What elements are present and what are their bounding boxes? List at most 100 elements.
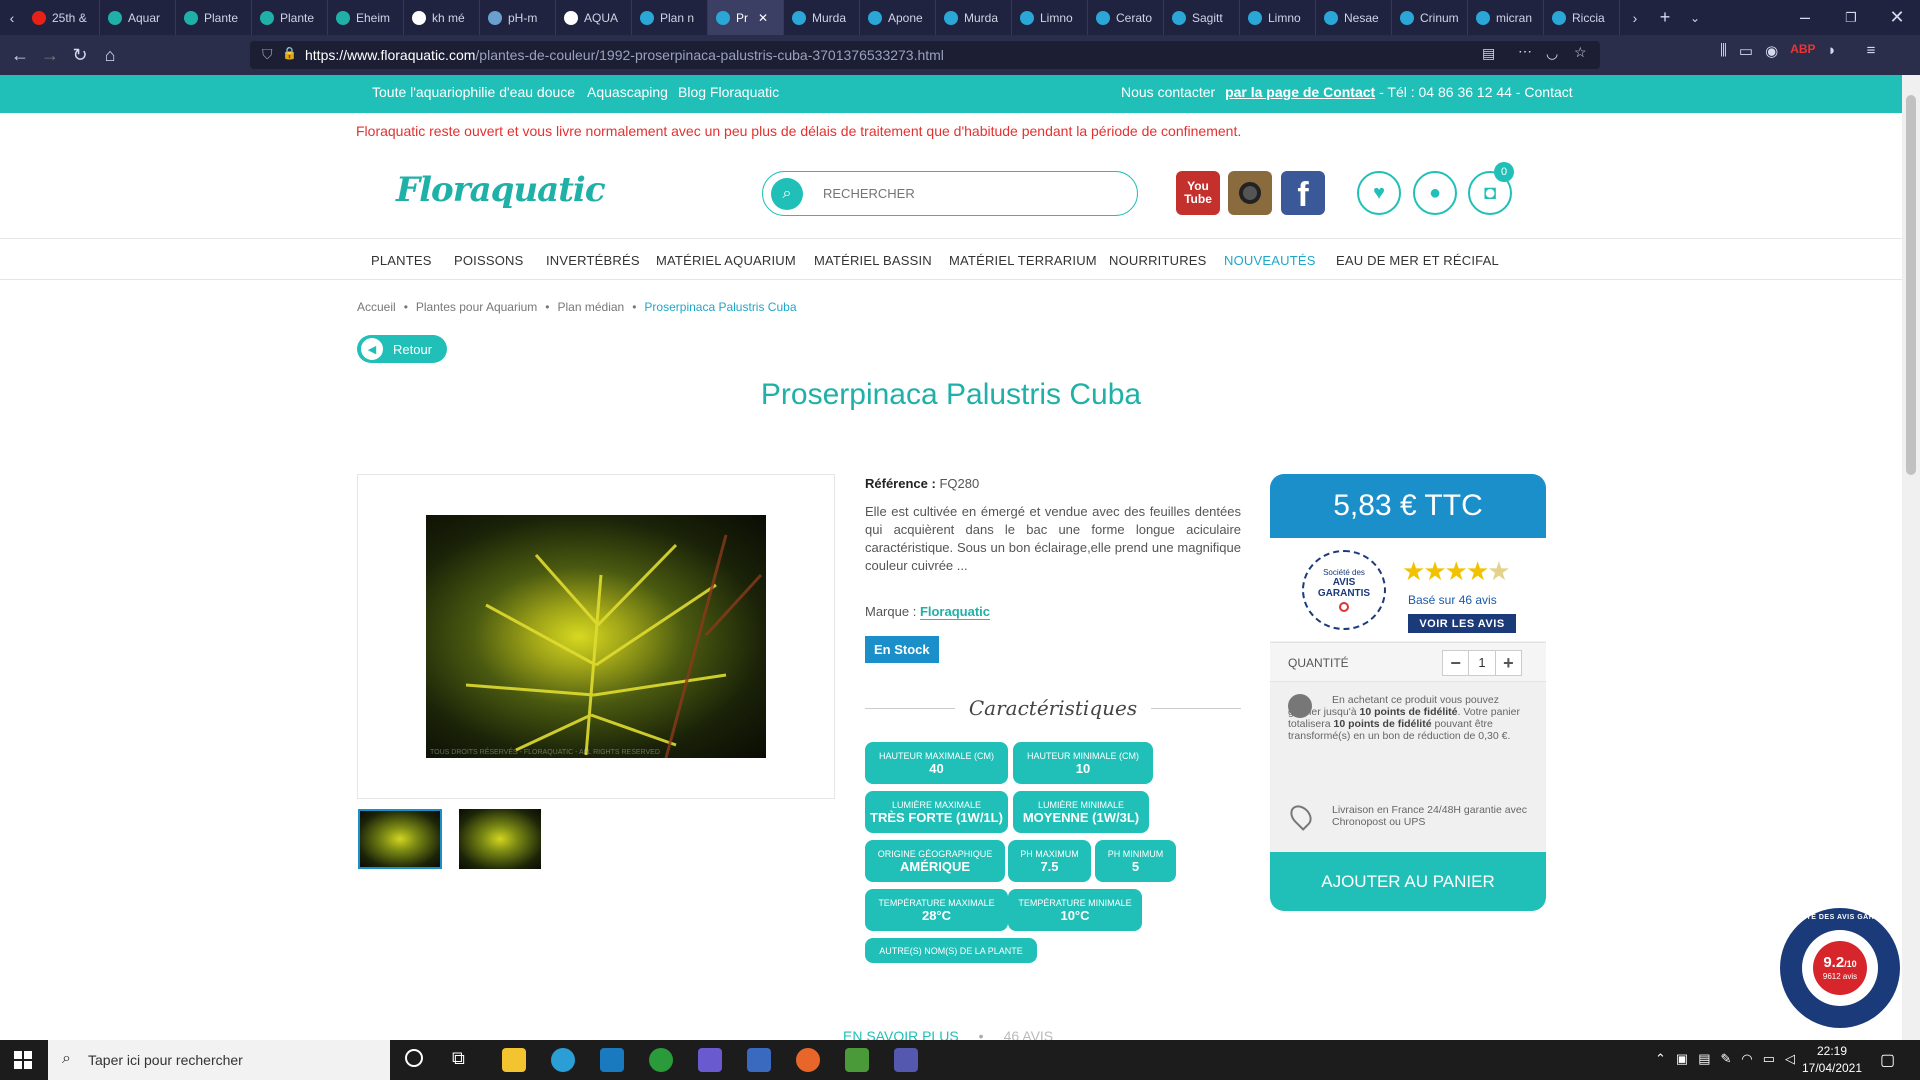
home-icon[interactable]: ⌂: [95, 40, 125, 70]
browser-tab[interactable]: Nesae: [1316, 0, 1392, 35]
contact-suffix[interactable]: - Tél : 04 86 36 12 44 - Contact: [1375, 84, 1573, 100]
browser-tab[interactable]: Pr ✕: [708, 0, 784, 35]
shield-icon[interactable]: ⛉: [262, 46, 273, 63]
see-reviews-button[interactable]: VOIR LES AVIS: [1408, 614, 1516, 633]
facebook-icon[interactable]: f: [1281, 171, 1325, 215]
browser-tab[interactable]: Murda: [936, 0, 1012, 35]
thumbnail-1[interactable]: [358, 809, 442, 869]
browser-tab[interactable]: 25th &: [24, 0, 100, 35]
browser-tab[interactable]: Plante: [252, 0, 328, 35]
product-main-image[interactable]: TOUS DROITS RÉSERVÉS - FLORAQUATIC - ALL…: [426, 515, 766, 758]
app-messenger-icon[interactable]: [698, 1048, 722, 1072]
search-input[interactable]: [823, 186, 1073, 201]
tray-app2-icon[interactable]: ▤: [1698, 1051, 1710, 1067]
menu-materiel-terrarium[interactable]: MATÉRIEL TERRARIUM: [949, 253, 1097, 268]
scrollbar-thumb[interactable]: [1906, 95, 1916, 475]
wishlist-icon[interactable]: ♥: [1357, 171, 1401, 215]
account-user-icon[interactable]: ●: [1413, 171, 1457, 215]
quantity-increase-icon[interactable]: +: [1496, 651, 1521, 675]
topbar-link-aquariophilie[interactable]: Toute l'aquariophilie d'eau douce: [372, 84, 575, 100]
tab-scroll-left-icon[interactable]: ‹: [0, 3, 24, 33]
close-tab-icon[interactable]: ✕: [758, 11, 768, 25]
volume-icon[interactable]: ◁: [1785, 1051, 1795, 1067]
url-bar[interactable]: ⛉ 🔒 https://www.floraquatic.com/plantes-…: [250, 41, 1600, 69]
extension-icon[interactable]: ◗: [1828, 42, 1837, 60]
browser-tab[interactable]: micran: [1468, 0, 1544, 35]
browser-tab[interactable]: Apone: [860, 0, 936, 35]
breadcrumb-accueil[interactable]: Accueil: [357, 300, 396, 314]
edge-icon[interactable]: [551, 1048, 575, 1072]
search-icon[interactable]: ⌕: [771, 177, 803, 210]
wifi-icon[interactable]: ◠: [1741, 1051, 1752, 1067]
reload-icon[interactable]: ↻: [65, 40, 95, 70]
contact-page-link[interactable]: par la page de Contact: [1225, 84, 1375, 100]
file-explorer-icon[interactable]: [502, 1048, 526, 1072]
tab-list-dropdown-icon[interactable]: ⌄: [1680, 3, 1710, 33]
menu-poissons[interactable]: POISSONS: [454, 253, 524, 268]
adblock-icon[interactable]: ABP: [1790, 42, 1815, 60]
browser-tab[interactable]: Plante: [176, 0, 252, 35]
clock[interactable]: 22:19 17/04/2021: [1800, 1043, 1864, 1077]
tray-edit-icon[interactable]: ✎: [1721, 1051, 1732, 1067]
browser-tab[interactable]: Eheim: [328, 0, 404, 35]
browser-tab[interactable]: AQUA: [556, 0, 632, 35]
browser-tab[interactable]: Aquar: [100, 0, 176, 35]
search-box[interactable]: ⌕: [762, 171, 1138, 216]
topbar-link-aquascaping[interactable]: Aquascaping: [587, 84, 668, 100]
browser-tab[interactable]: Riccia: [1544, 0, 1620, 35]
forward-icon[interactable]: →: [35, 40, 65, 70]
cortana-icon[interactable]: [405, 1049, 423, 1067]
app-chart-icon[interactable]: [845, 1048, 869, 1072]
task-view-icon[interactable]: ⧉: [452, 1048, 465, 1069]
restore-window-icon[interactable]: ❐: [1828, 3, 1874, 33]
avis-garantis-seal[interactable]: SOCIÉTÉ DES AVIS GARANTIS 9.2/10 9612 av…: [1780, 908, 1900, 1028]
menu-nourritures[interactable]: NOURRITURES: [1109, 253, 1207, 268]
menu-materiel-aquarium[interactable]: MATÉRIEL AQUARIUM: [656, 253, 796, 268]
menu-invertebres[interactable]: INVERTÉBRÉS: [546, 253, 640, 268]
youtube-icon[interactable]: You Tube: [1176, 171, 1220, 215]
taskbar-search-box[interactable]: ⌕ Taper ici pour rechercher: [48, 1040, 390, 1080]
page-actions-icon[interactable]: ⋯: [1518, 43, 1532, 60]
minimize-window-icon[interactable]: –: [1782, 3, 1828, 33]
notifications-icon[interactable]: ▢: [1880, 1050, 1895, 1070]
tab-scroll-right-icon[interactable]: ›: [1620, 3, 1650, 33]
firefox-icon[interactable]: [796, 1048, 820, 1072]
quantity-input[interactable]: 1: [1468, 651, 1496, 675]
browser-tab[interactable]: Plan n: [632, 0, 708, 35]
instagram-icon[interactable]: [1228, 171, 1272, 215]
tray-chevron-icon[interactable]: ⌃: [1655, 1051, 1666, 1067]
teams-icon[interactable]: [894, 1048, 918, 1072]
tray-app-icon[interactable]: ▣: [1676, 1051, 1688, 1067]
menu-nouveautes[interactable]: NOUVEAUTÉS: [1224, 253, 1316, 268]
tab-avis[interactable]: 46 AVIS: [1004, 1028, 1054, 1040]
app-green-icon[interactable]: [649, 1048, 673, 1072]
battery-icon[interactable]: ▭: [1763, 1051, 1775, 1067]
browser-tab[interactable]: Cerato: [1088, 0, 1164, 35]
library-icon[interactable]: ⫼: [1720, 42, 1727, 60]
browser-tab[interactable]: pH-m: [480, 0, 556, 35]
menu-eau-de-mer[interactable]: EAU DE MER ET RÉCIFAL: [1336, 253, 1499, 268]
lock-icon[interactable]: 🔒: [282, 46, 297, 60]
pocket-icon[interactable]: ◡: [1546, 45, 1558, 62]
menu-hamburger-icon[interactable]: ≡: [1867, 42, 1876, 60]
sidebar-icon[interactable]: ▭: [1739, 42, 1753, 60]
browser-tab[interactable]: Sagitt: [1164, 0, 1240, 35]
browser-tab[interactable]: Murda: [784, 0, 860, 35]
back-button[interactable]: ◀ Retour: [357, 335, 447, 363]
menu-materiel-bassin[interactable]: MATÉRIEL BASSIN: [814, 253, 932, 268]
brand-link[interactable]: Floraquatic: [919, 604, 991, 620]
site-logo[interactable]: Floraquatic: [396, 170, 606, 210]
topbar-link-blog[interactable]: Blog Floraquatic: [678, 84, 779, 100]
bookmark-star-icon[interactable]: ☆: [1574, 44, 1587, 61]
app-l-icon[interactable]: [600, 1048, 624, 1072]
close-window-icon[interactable]: ✕: [1874, 3, 1920, 33]
page-scrollbar[interactable]: [1902, 75, 1920, 1040]
photos-icon[interactable]: [747, 1048, 771, 1072]
reader-view-icon[interactable]: ▤: [1482, 45, 1495, 62]
quantity-decrease-icon[interactable]: −: [1443, 651, 1468, 675]
breadcrumb-plan-median[interactable]: Plan médian: [558, 300, 625, 314]
new-tab-icon[interactable]: +: [1650, 3, 1680, 33]
back-icon[interactable]: ←: [5, 40, 35, 70]
browser-tab[interactable]: kh mé: [404, 0, 480, 35]
add-to-cart-button[interactable]: AJOUTER AU PANIER: [1270, 852, 1546, 911]
